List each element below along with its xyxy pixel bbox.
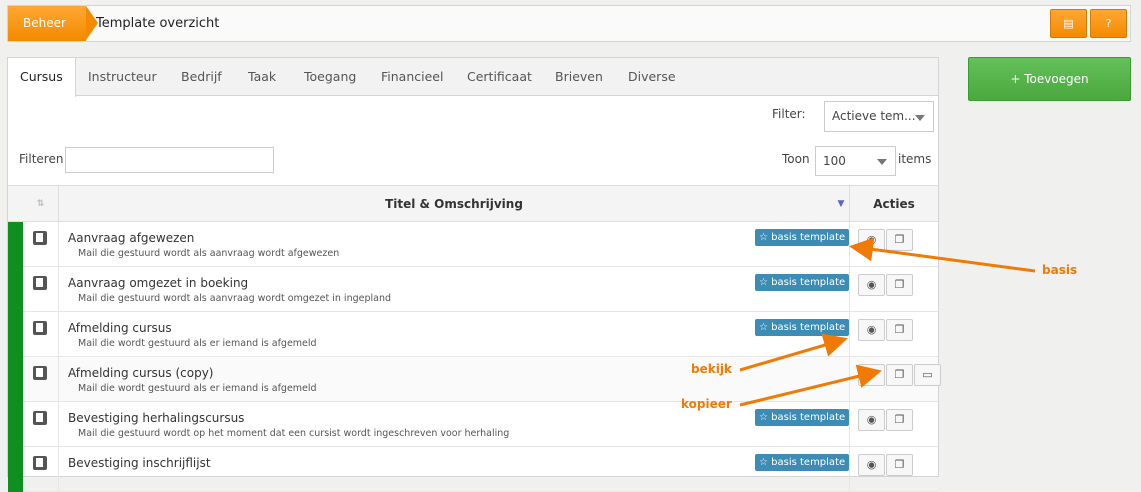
annotation-kopieer: kopieer <box>681 397 732 411</box>
basis-arrow <box>849 237 1036 273</box>
annotation-bekijk: bekijk <box>691 362 732 376</box>
annotation-arrows <box>739 237 1036 407</box>
bekijk-arrow <box>739 333 848 372</box>
kopieer-arrow <box>739 364 882 407</box>
annotation-basis: basis <box>1042 263 1078 277</box>
